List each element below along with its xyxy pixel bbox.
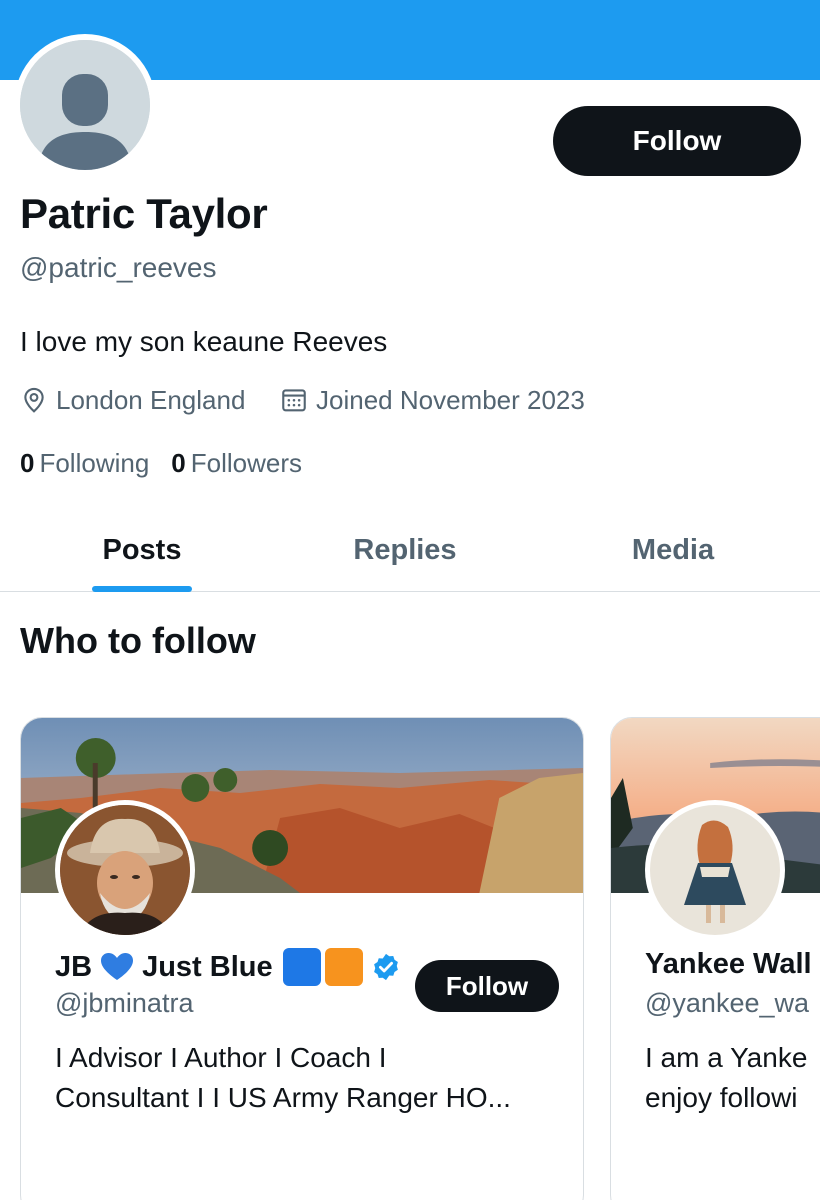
suggestion-bio: I Advisor I Author I Coach I Consultant … (55, 1038, 565, 1118)
profile-handle: @patric_reeves (20, 252, 217, 283)
follow-button[interactable]: Follow (553, 106, 801, 176)
following-link[interactable]: 0 Following (20, 448, 149, 479)
profile-location: London England (20, 382, 245, 418)
suggestion-handle: @jbminatra (55, 988, 194, 1018)
calendar-icon (282, 389, 306, 412)
orange-square-emoji-icon (324, 948, 363, 986)
tab-posts[interactable]: Posts (40, 508, 244, 592)
followers-count: 0 (171, 448, 186, 478)
blue-heart-emoji-icon (101, 953, 134, 980)
cowboy-portrait-image (60, 805, 190, 935)
suggestion-bio: I am a Yanke enjoy followi (645, 1038, 820, 1118)
blue-square-emoji-icon (282, 948, 321, 986)
followers-label: Followers (190, 448, 303, 478)
tab-replies[interactable]: Replies (300, 508, 510, 592)
suggestion-avatar[interactable] (55, 800, 195, 940)
following-label: Following (39, 448, 150, 478)
suggestion-name[interactable]: JB Just Blue (55, 948, 401, 986)
profile-display-name: Patric Taylor (20, 190, 268, 237)
suggestion-name-suffix: Just Blue (142, 950, 273, 983)
suggestion-bio-line: I Advisor I Author I Coach I (55, 1042, 387, 1073)
tab-media[interactable]: Media (570, 508, 776, 592)
suggestion-avatar[interactable] (645, 800, 785, 940)
location-text: London England (56, 384, 246, 415)
suggestion-name[interactable]: Yankee Wall (645, 948, 812, 981)
suggestion-bio-line: I am a Yanke (645, 1042, 808, 1073)
suggestion-bio-line: Consultant I I US Army Ranger HO... (55, 1082, 511, 1113)
profile-tabs: Posts Replies Media (0, 508, 820, 592)
follow-counts: 0 Following 0 Followers (20, 448, 324, 479)
followers-link[interactable]: 0 Followers (171, 448, 302, 479)
suggestion-card[interactable]: JB Just Blue Follow @jbminatra I Advisor… (20, 717, 584, 1200)
verified-badge-icon (373, 953, 398, 981)
default-avatar-icon (20, 40, 150, 170)
suggestion-follow-button[interactable]: Follow (415, 960, 559, 1012)
suggestion-bio-line: enjoy followi (645, 1082, 798, 1113)
who-to-follow-heading: Who to follow (20, 620, 256, 661)
suggestion-handle: @yankee_wa (645, 988, 810, 1018)
profile-avatar[interactable] (14, 34, 156, 176)
suggestion-name-text: Yankee Wall (645, 948, 812, 980)
active-tab-indicator (92, 586, 192, 592)
profile-joined-date: Joined November 2023 (280, 382, 585, 418)
suggestion-card[interactable]: Yankee Wall @yankee_wa I am a Yanke enjo… (610, 717, 820, 1200)
profile-bio: I love my son keaune Reeves (20, 326, 388, 357)
location-pin-icon (24, 387, 44, 413)
suggestion-name-prefix: JB (55, 950, 93, 983)
illustrated-girl-portrait-image (650, 805, 780, 935)
joined-text: Joined November 2023 (316, 384, 585, 415)
following-count: 0 (20, 448, 35, 478)
